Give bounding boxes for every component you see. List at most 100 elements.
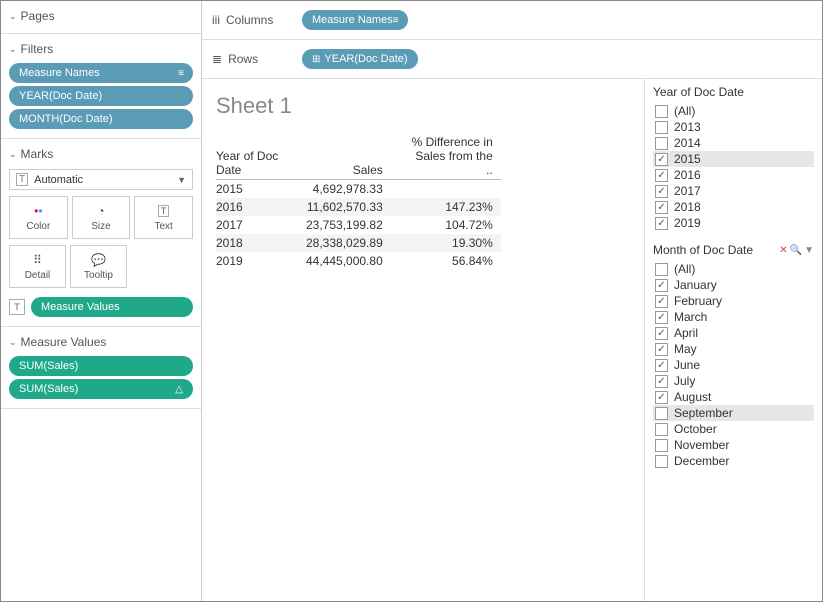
table-row[interactable]: 201723,753,199.82104.72% — [216, 216, 501, 234]
month-filter-row[interactable]: December — [653, 453, 814, 469]
cell-pct: 147.23% — [391, 198, 501, 216]
month-filter-label: March — [674, 310, 707, 324]
marks-color-card[interactable]: •• Color — [9, 196, 68, 239]
month-filter-row[interactable]: May — [653, 341, 814, 357]
marks-size-card[interactable]: ◔ Size — [72, 196, 131, 239]
month-filter-title[interactable]: Month of Doc Date ✕ 🔍 ▼ — [653, 243, 814, 257]
checkbox[interactable] — [655, 137, 668, 150]
cell-sales: 4,692,978.33 — [306, 180, 391, 199]
year-filter-row[interactable]: 2017 — [653, 183, 814, 199]
cell-sales: 44,445,000.80 — [306, 252, 391, 270]
rows-shelf[interactable]: ≣ Rows ⊞ YEAR(Doc Date) — [202, 40, 822, 79]
year-filter-label: 2018 — [674, 200, 701, 214]
filter-pill[interactable]: YEAR(Doc Date) — [9, 86, 193, 106]
month-filter-row[interactable]: July — [653, 373, 814, 389]
year-filter-row[interactable]: 2018 — [653, 199, 814, 215]
marks-type-select[interactable]: T Automatic ▼ — [9, 169, 193, 190]
cell-pct: 56.84% — [391, 252, 501, 270]
measure-value-pill[interactable]: SUM(Sales) — [9, 356, 193, 376]
cell-year: 2019 — [216, 252, 306, 270]
marks-tooltip-card[interactable]: 💬 Tooltip — [70, 245, 127, 288]
rows-label: Rows — [228, 52, 258, 66]
chevron-icon: ⌄ — [9, 44, 17, 55]
col-header-pct[interactable]: % Difference in Sales from the .. — [391, 133, 501, 180]
measure-values-header[interactable]: ⌄ Measure Values — [9, 333, 193, 353]
marks-pill-label: Measure Values — [41, 301, 120, 313]
checkbox[interactable] — [655, 359, 668, 372]
checkbox[interactable] — [655, 185, 668, 198]
plus-icon: ⊞ — [312, 54, 320, 65]
table-row[interactable]: 201944,445,000.8056.84% — [216, 252, 501, 270]
marks-text-card[interactable]: T Text — [134, 196, 193, 239]
measure-value-pill[interactable]: SUM(Sales)△ — [9, 379, 193, 399]
year-filter-row[interactable]: 2016 — [653, 167, 814, 183]
checkbox[interactable] — [655, 439, 668, 452]
marks-measure-values-pill[interactable]: Measure Values — [31, 297, 193, 317]
sheet-title[interactable]: Sheet 1 — [216, 93, 630, 119]
cell-year: 2017 — [216, 216, 306, 234]
month-filter-row[interactable]: January — [653, 277, 814, 293]
filter-pill[interactable]: Measure Names≡ — [9, 63, 193, 83]
col-header-year[interactable]: Year of Doc Date — [216, 133, 306, 180]
checkbox[interactable] — [655, 343, 668, 356]
month-filter-label: July — [674, 374, 695, 388]
search-icon[interactable]: 🔍 — [790, 245, 802, 256]
checkbox[interactable] — [655, 121, 668, 134]
table-row[interactable]: 20154,692,978.33 — [216, 180, 501, 199]
checkbox[interactable] — [655, 391, 668, 404]
filter-pill-label: YEAR(Doc Date) — [19, 90, 102, 102]
filters-section: ⌄ Filters Measure Names≡ YEAR(Doc Date) MO… — [1, 34, 201, 139]
year-filter-row[interactable]: 2013 — [653, 119, 814, 135]
month-filter-row[interactable]: April — [653, 325, 814, 341]
checkbox[interactable] — [655, 201, 668, 214]
table-row[interactable]: 201828,338,029.8919.30% — [216, 234, 501, 252]
columns-shelf[interactable]: iii Columns Measure Names ≡ — [202, 1, 822, 40]
month-filter-row[interactable]: October — [653, 421, 814, 437]
month-filter-row[interactable]: August — [653, 389, 814, 405]
year-filter-title[interactable]: Year of Doc Date — [653, 85, 814, 99]
cell-pct — [391, 180, 501, 199]
month-filter-row[interactable]: (All) — [653, 261, 814, 277]
checkbox[interactable] — [655, 217, 668, 230]
year-filter-row[interactable]: 2019 — [653, 215, 814, 231]
checkbox[interactable] — [655, 311, 668, 324]
month-filter-row[interactable]: March — [653, 309, 814, 325]
checkbox[interactable] — [655, 295, 668, 308]
month-filter-row[interactable]: June — [653, 357, 814, 373]
col-header-sales[interactable]: Sales — [306, 133, 391, 180]
filters-header[interactable]: ⌄ Filters — [9, 40, 193, 60]
year-filter-row[interactable]: (All) — [653, 103, 814, 119]
checkbox[interactable] — [655, 423, 668, 436]
right-panel: Year of Doc Date (All)201320142015201620… — [644, 79, 822, 601]
marks-detail-card[interactable]: ⠿ Detail — [9, 245, 66, 288]
table-row[interactable]: 201611,602,570.33147.23% — [216, 198, 501, 216]
cell-year: 2018 — [216, 234, 306, 252]
clear-filter-icon[interactable]: ✕ — [779, 245, 787, 256]
dropdown-icon: ▼ — [177, 175, 186, 185]
dropdown-icon[interactable]: ▼ — [804, 245, 814, 256]
checkbox[interactable] — [655, 169, 668, 182]
month-filter-row[interactable]: November — [653, 437, 814, 453]
checkbox[interactable] — [655, 455, 668, 468]
checkbox[interactable] — [655, 279, 668, 292]
columns-pill[interactable]: Measure Names ≡ — [302, 10, 408, 30]
month-filter-row[interactable]: September — [653, 405, 814, 421]
pages-header[interactable]: ⌄ Pages — [9, 7, 193, 27]
year-filter-row[interactable]: 2014 — [653, 135, 814, 151]
month-filter-row[interactable]: February — [653, 293, 814, 309]
marks-header[interactable]: ⌄ Marks — [9, 145, 193, 165]
filter-pill[interactable]: MONTH(Doc Date) — [9, 109, 193, 129]
rows-pill[interactable]: ⊞ YEAR(Doc Date) — [302, 49, 418, 69]
checkbox[interactable] — [655, 153, 668, 166]
checkbox[interactable] — [655, 327, 668, 340]
text-mark-icon: T — [9, 299, 25, 315]
year-filter-row[interactable]: 2015 — [653, 151, 814, 167]
checkbox[interactable] — [655, 263, 668, 276]
checkbox[interactable] — [655, 407, 668, 420]
marks-tooltip-label: Tooltip — [73, 270, 124, 281]
marks-section: ⌄ Marks T Automatic ▼ •• Color ◔ Size — [1, 139, 201, 327]
month-filter-label: October — [674, 422, 717, 436]
pages-section: ⌄ Pages — [1, 1, 201, 34]
checkbox[interactable] — [655, 105, 668, 118]
checkbox[interactable] — [655, 375, 668, 388]
